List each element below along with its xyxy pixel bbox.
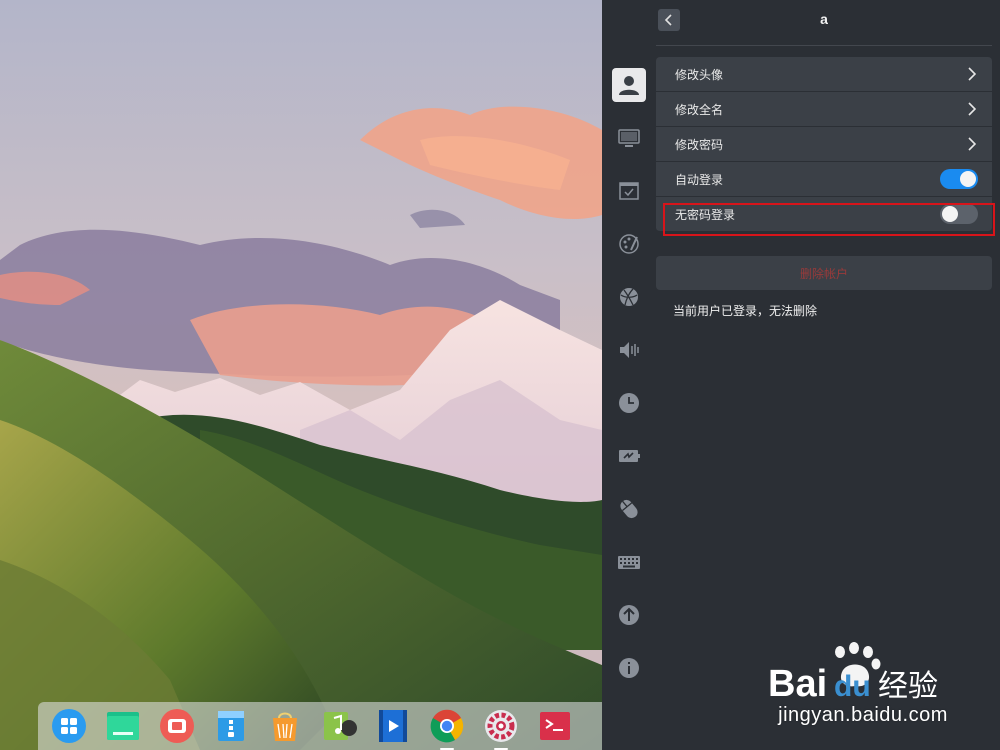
auto-login-toggle[interactable]: [940, 169, 978, 189]
default-apps-icon[interactable]: [612, 174, 646, 208]
chevron-right-icon: [968, 137, 978, 151]
power-icon[interactable]: [612, 439, 646, 473]
passwordless-login-toggle[interactable]: [940, 204, 978, 224]
terminal-icon[interactable]: [536, 707, 574, 745]
screen-recorder-icon[interactable]: [158, 707, 196, 745]
chevron-right-icon: [968, 67, 978, 81]
accounts-icon[interactable]: [612, 68, 646, 102]
info-icon[interactable]: [612, 651, 646, 685]
toggle-knob: [960, 171, 976, 187]
toggle-knob: [942, 206, 958, 222]
display-icon[interactable]: [612, 121, 646, 155]
passwordless-login-row: 无密码登录: [656, 197, 992, 232]
change-avatar-row[interactable]: 修改头像: [656, 57, 992, 92]
row-label: 修改头像: [675, 67, 724, 82]
auto-login-row: 自动登录: [656, 162, 992, 197]
header-divider: [656, 45, 992, 46]
keyboard-icon[interactable]: [612, 545, 646, 579]
delete-account-note: 当前用户已登录，无法删除: [673, 304, 818, 318]
settings-icon[interactable]: [482, 707, 520, 750]
account-header: a: [656, 0, 1000, 46]
chevron-right-icon: [968, 102, 978, 116]
sound-icon[interactable]: [612, 333, 646, 367]
video-icon[interactable]: [374, 707, 412, 745]
network-icon[interactable]: [612, 280, 646, 314]
launcher-icon[interactable]: [50, 707, 88, 745]
delete-account-button[interactable]: 删除帐户: [656, 256, 992, 290]
row-label: 无密码登录: [675, 207, 736, 222]
app-store-icon[interactable]: [266, 707, 304, 745]
datetime-icon[interactable]: [612, 386, 646, 420]
personalization-icon[interactable]: [612, 227, 646, 261]
row-label: 修改全名: [675, 102, 724, 117]
mouse-icon[interactable]: [612, 492, 646, 526]
music-icon[interactable]: [320, 707, 358, 745]
account-name-title: a: [820, 11, 828, 27]
desktop-wallpaper: [0, 0, 602, 750]
row-label: 自动登录: [675, 172, 724, 187]
update-icon[interactable]: [612, 598, 646, 632]
account-settings-list: 修改头像 修改全名 修改密码 自动登录 无密码登录: [656, 57, 992, 232]
chrome-icon[interactable]: [428, 707, 466, 750]
change-password-row[interactable]: 修改密码: [656, 127, 992, 162]
archive-manager-icon[interactable]: [212, 707, 250, 745]
row-label: 修改密码: [675, 137, 724, 152]
change-fullname-row[interactable]: 修改全名: [656, 92, 992, 127]
file-manager-icon[interactable]: [104, 707, 142, 745]
dock: [38, 702, 602, 750]
